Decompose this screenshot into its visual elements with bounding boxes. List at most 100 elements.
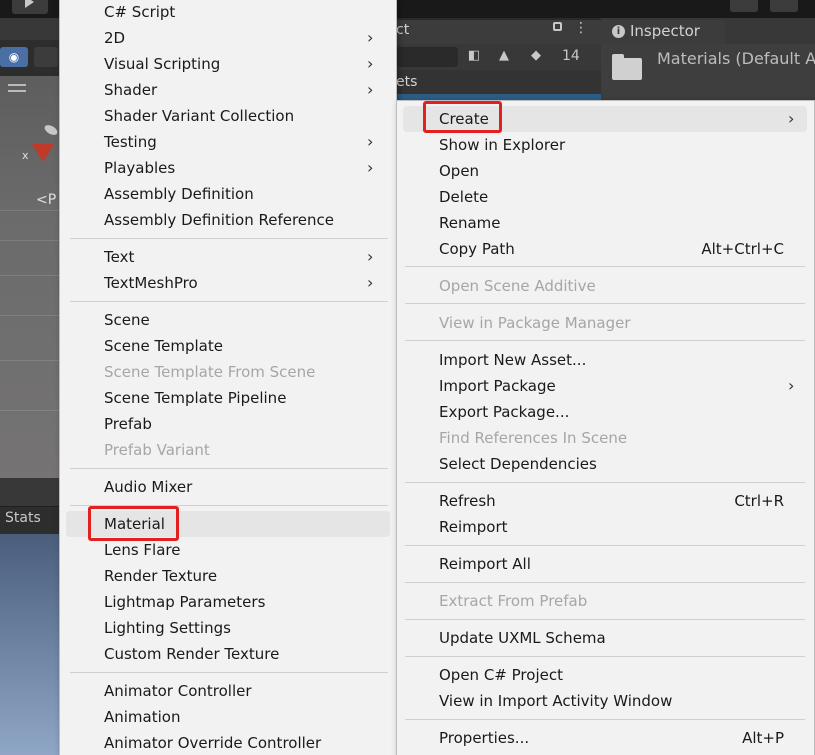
menu-item-reimport-all[interactable]: Reimport All [439,551,531,577]
settings-icon[interactable] [770,0,798,12]
menu-item-csharp-script[interactable]: C# Script [104,0,175,25]
menu-separator [70,468,388,469]
menu-item-animation[interactable]: Animation [104,704,180,730]
project-search-input[interactable] [396,47,458,67]
label-tag-icon[interactable]: ◆ [526,46,546,66]
chevron-right-icon: › [367,158,374,177]
menu-item-properties[interactable]: Properties... [439,725,529,751]
menu-item-find-references-in-scene: Find References In Scene [439,429,628,447]
create-highlight-box [423,101,502,133]
menu-separator [405,656,805,657]
menu-item-textmeshpro[interactable]: TextMeshPro [104,270,198,296]
project-tab-label: ct [396,22,410,38]
menu-item-view-in-import-activity-window[interactable]: View in Import Activity Window [439,688,672,714]
visibility-toggle-icon[interactable]: ◉ [0,47,28,67]
menu-item-text[interactable]: Text [104,244,134,270]
menu-item-shader-variant-collection[interactable]: Shader Variant Collection [104,103,294,129]
lock-icon[interactable] [553,22,562,31]
camera-icon[interactable] [34,47,58,67]
gizmo-x-label: x [22,149,29,162]
menu-item-select-dependencies[interactable]: Select Dependencies [439,451,597,477]
search-by-type-icon[interactable]: ◧ [464,46,484,66]
menu-item-assembly-definition-reference[interactable]: Assembly Definition Reference [104,207,334,233]
menu-item-assembly-definition[interactable]: Assembly Definition [104,181,254,207]
shortcut-properties: Alt+P [742,729,784,747]
menu-item-import-new-asset[interactable]: Import New Asset... [439,347,586,373]
inspector-tab-label: Inspector [630,22,700,40]
hamburger-menu-icon[interactable] [8,84,26,92]
menu-item-animator-controller[interactable]: Animator Controller [104,678,252,704]
menu-separator [405,545,805,546]
menu-separator [405,303,805,304]
menu-separator [405,340,805,341]
play-button[interactable] [12,0,48,14]
chevron-right-icon: › [367,28,374,47]
menu-item-show-in-explorer[interactable]: Show in Explorer [439,132,565,158]
chevron-right-icon: › [367,54,374,73]
scene-view[interactable] [0,40,60,478]
assets-breadcrumb[interactable]: ets [396,74,417,90]
menu-item-animator-override-controller[interactable]: Animator Override Controller [104,730,321,755]
menu-item-update-uxml-schema[interactable]: Update UXML Schema [439,625,606,651]
menu-item-extract-from-prefab: Extract From Prefab [439,592,588,610]
menu-item-playables[interactable]: Playables [104,155,175,181]
filter-icon[interactable]: ▲ [494,46,514,66]
menu-item-export-package[interactable]: Export Package... [439,399,569,425]
menu-item-audio-mixer[interactable]: Audio Mixer [104,474,192,500]
gizmo-x-axis-icon[interactable] [32,144,54,162]
menu-item-view-in-package-manager: View in Package Manager [439,314,631,332]
menu-separator [70,672,388,673]
history-icon[interactable] [730,0,758,12]
shortcut-copy-path: Alt+Ctrl+C [701,240,784,258]
menu-item-testing[interactable]: Testing [104,129,157,155]
kebab-menu-icon[interactable]: ⋮ [574,21,588,35]
menu-item-scene[interactable]: Scene [104,307,150,333]
menu-item-scene-template-from-scene: Scene Template From Scene [104,363,316,381]
menu-separator [70,301,388,302]
menu-item-visual-scripting[interactable]: Visual Scripting [104,51,220,77]
menu-item-2d[interactable]: 2D [104,25,125,51]
shortcut-refresh: Ctrl+R [734,492,784,510]
project-tab[interactable] [396,20,601,44]
chevron-right-icon: › [788,109,795,128]
menu-item-rename[interactable]: Rename [439,210,501,236]
menu-item-scene-template[interactable]: Scene Template [104,333,223,359]
inspector-title: Materials (Default As [657,49,815,68]
menu-item-import-package[interactable]: Import Package [439,373,556,399]
create-submenu: C# Script 2D › Visual Scripting › Shader… [59,0,397,755]
assets-context-menu: Create › Show in Explorer Open Delete Re… [396,100,815,755]
menu-item-delete[interactable]: Delete [439,184,488,210]
chevron-right-icon: › [367,132,374,151]
play-icon [25,0,34,8]
menu-item-copy-path[interactable]: Copy Path [439,236,515,262]
menu-item-lighting-settings[interactable]: Lighting Settings [104,615,231,641]
menu-item-scene-template-pipeline[interactable]: Scene Template Pipeline [104,385,286,411]
menu-item-lightmap-parameters[interactable]: Lightmap Parameters [104,589,265,615]
menu-item-prefab-variant: Prefab Variant [104,441,210,459]
menu-separator [405,619,805,620]
material-highlight-box [88,506,179,541]
menu-item-reimport[interactable]: Reimport [439,514,508,540]
game-view [0,534,60,755]
chevron-right-icon: › [367,80,374,99]
stats-tab[interactable]: Stats [5,510,41,526]
menu-separator [405,482,805,483]
hidden-packages-count[interactable]: 14 [562,46,580,66]
chevron-right-icon: › [788,376,795,395]
menu-separator [70,238,388,239]
chevron-right-icon: › [367,273,374,292]
folder-icon [612,54,642,80]
menu-item-shader[interactable]: Shader [104,77,157,103]
menu-item-custom-render-texture[interactable]: Custom Render Texture [104,641,279,667]
chevron-right-icon: › [367,247,374,266]
menu-item-render-texture[interactable]: Render Texture [104,563,217,589]
menu-item-refresh[interactable]: Refresh [439,488,496,514]
menu-item-open[interactable]: Open [439,158,479,184]
menu-separator [405,266,805,267]
menu-item-open-csharp-project[interactable]: Open C# Project [439,662,563,688]
menu-item-open-scene-additive: Open Scene Additive [439,277,596,295]
menu-separator [405,582,805,583]
perspective-label[interactable]: <P [36,192,56,208]
menu-item-prefab[interactable]: Prefab [104,411,152,437]
info-icon: i [612,25,625,38]
